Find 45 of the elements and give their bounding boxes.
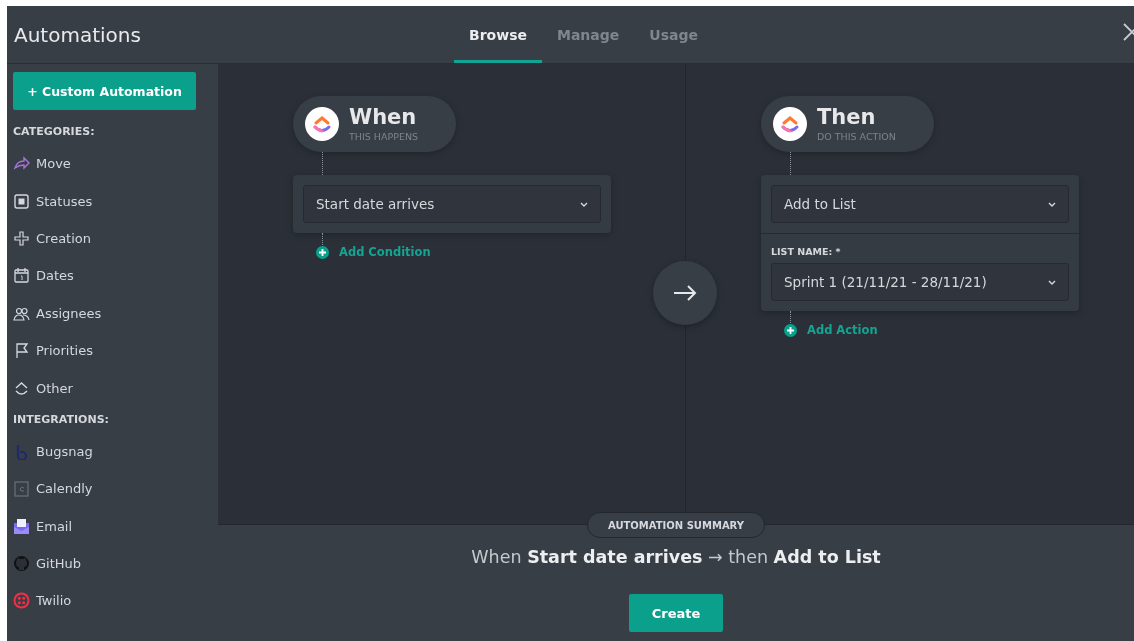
sidebar-item[interactable]: Twilio [36, 593, 72, 609]
envelope-icon [13, 517, 30, 535]
chevron-down-icon [1048, 201, 1056, 207]
summary-sentence: When Start date arrives → then Add to List [471, 547, 881, 567]
arrow-right-icon [673, 285, 697, 301]
field-label: LIST NAME: * [771, 246, 842, 257]
app-title: Automations [14, 22, 142, 47]
sidebar-item[interactable]: Other [36, 380, 73, 396]
plus-circle-icon [784, 323, 797, 337]
chevron-down-icon [580, 201, 588, 207]
sidebar-item[interactable]: Statuses [36, 193, 93, 209]
sidebar-item[interactable]: Priorities [36, 343, 93, 359]
add-link[interactable]: Add Action [807, 323, 878, 337]
dropdown[interactable]: Start date arrives [303, 185, 601, 223]
section-heading: INTEGRATIONS: [13, 412, 110, 426]
section-heading: CATEGORIES: [13, 125, 96, 138]
step-subtitle: THIS HAPPENS [349, 130, 419, 142]
sidebar-item[interactable]: Calendly [36, 481, 93, 497]
summary-badge: AUTOMATION SUMMARY [586, 512, 765, 538]
close-icon[interactable] [1122, 22, 1134, 42]
step-title: Then [817, 106, 877, 128]
logo-icon [305, 107, 339, 141]
square-icon [13, 192, 30, 210]
dropdown[interactable]: Add to List [771, 185, 1069, 223]
calendar-icon [13, 480, 30, 498]
chevrons-icon [13, 379, 30, 397]
flag-icon [13, 342, 30, 360]
sidebar-item[interactable]: Creation [36, 230, 91, 246]
sidebar-item[interactable]: Move [36, 156, 71, 172]
sidebar-item[interactable]: Email [36, 518, 73, 534]
sidebar-item[interactable]: GitHub [36, 556, 82, 572]
sidebar-item[interactable]: Dates [36, 268, 74, 284]
step-subtitle: DO THIS ACTION [817, 130, 896, 142]
twilio-icon [13, 592, 30, 610]
chevron-down-icon [1048, 279, 1056, 285]
add-link[interactable]: Add Condition [339, 245, 431, 259]
logo-icon [773, 107, 807, 141]
dropdown[interactable]: Sprint 1 (21/11/21 - 28/11/21) [771, 263, 1069, 301]
step-title: When [349, 106, 418, 128]
calendar-icon [13, 267, 30, 285]
plus-circle-icon [316, 245, 329, 259]
plus-icon [13, 229, 30, 247]
sidebar-item[interactable]: Bugsnag [36, 443, 93, 459]
github-icon [13, 555, 30, 573]
sidebar-item[interactable]: Assignees [36, 305, 102, 321]
